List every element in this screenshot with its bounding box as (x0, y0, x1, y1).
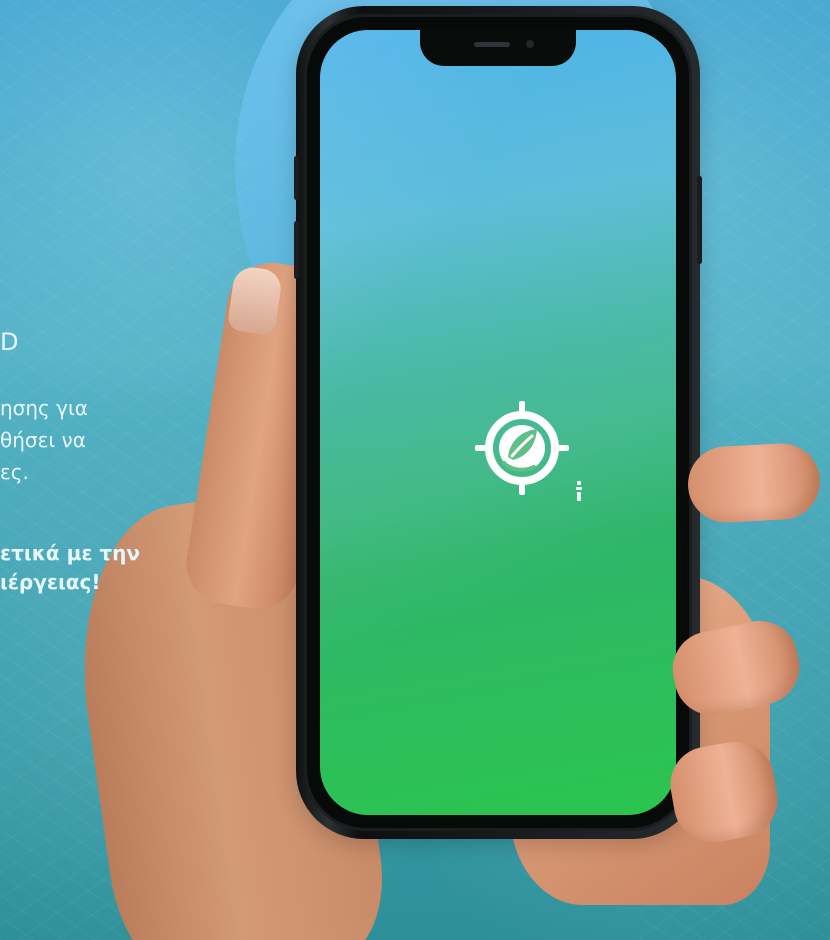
volume-up-button (294, 156, 299, 200)
speaker-grille (474, 42, 510, 47)
promo-fragment-6: ιέργειας! (0, 570, 101, 594)
smartphone (294, 6, 702, 839)
promo-fragment-3: θήσει να (0, 428, 86, 452)
target-leaf-icon (475, 401, 569, 495)
brand-mark-icon (576, 481, 582, 501)
volume-down-button (294, 221, 299, 279)
promo-fragment-4: ες. (0, 460, 29, 484)
background-scene: D ησης για θήσει να ες. ετικά με την ιέρ… (0, 0, 830, 940)
front-camera-icon (526, 40, 534, 48)
phone-screen (320, 30, 676, 815)
promo-fragment-2: ησης για (0, 396, 88, 420)
phone-notch (420, 30, 576, 66)
promo-fragment-5: ετικά με την (0, 541, 141, 565)
promo-fragment-1: D (0, 328, 19, 356)
index-finger (686, 441, 822, 525)
thumb-nail (226, 264, 284, 337)
power-button (697, 176, 702, 264)
